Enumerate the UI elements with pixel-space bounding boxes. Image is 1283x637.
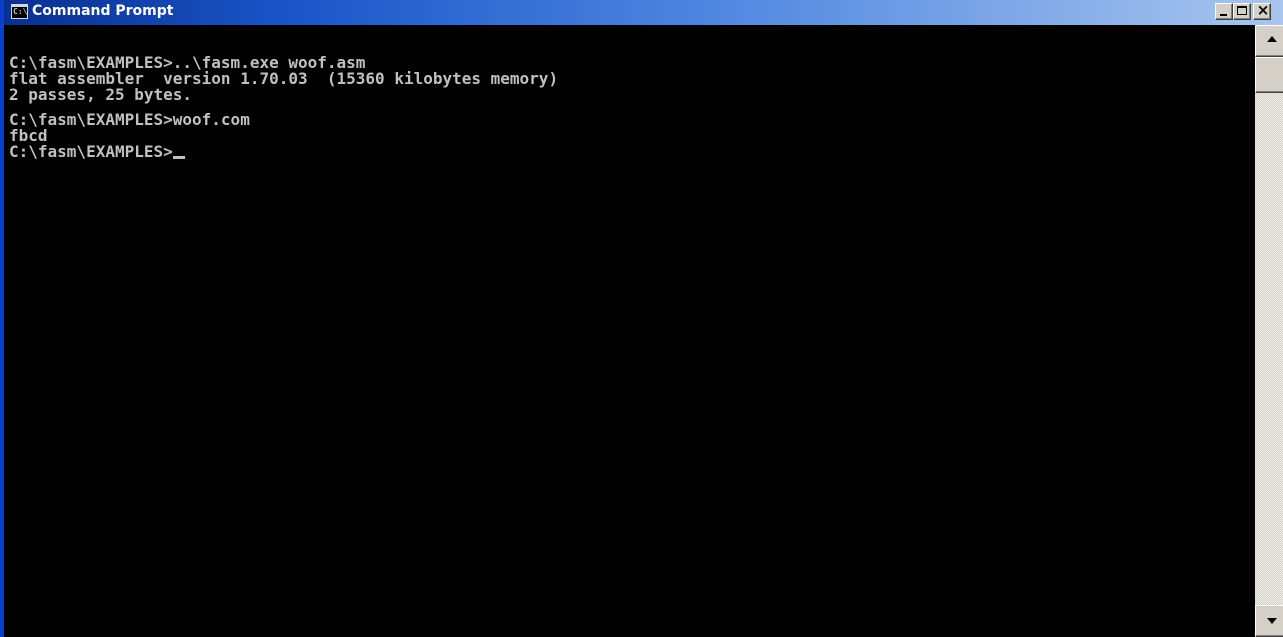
console-line: C:\fasm\EXAMPLES>woof.com bbox=[9, 110, 250, 129]
maximize-button[interactable] bbox=[1233, 3, 1251, 20]
vertical-scrollbar[interactable] bbox=[1255, 25, 1283, 637]
title-bar[interactable]: C:\ Command Prompt × bbox=[4, 0, 1283, 25]
console-line: fbcd bbox=[9, 126, 48, 145]
close-icon: × bbox=[1256, 1, 1270, 19]
scroll-up-button[interactable] bbox=[1255, 25, 1283, 57]
minimize-icon bbox=[1220, 14, 1227, 16]
console-output[interactable]: C:\fasm\EXAMPLES>..\fasm.exe woof.asm fl… bbox=[8, 25, 1255, 637]
text-cursor bbox=[172, 156, 185, 159]
scroll-up-icon bbox=[1267, 36, 1277, 42]
console-icon-glyph: C:\ bbox=[13, 7, 28, 16]
console-icon[interactable]: C:\ bbox=[11, 4, 28, 19]
maximize-icon bbox=[1237, 6, 1247, 15]
scroll-down-icon bbox=[1267, 618, 1277, 624]
console-line: flat assembler version 1.70.03 (15360 ki… bbox=[9, 69, 559, 88]
command-prompt-window: C:\ Command Prompt × C:\fasm\EXAMPLES>..… bbox=[0, 0, 1283, 637]
minimize-button[interactable] bbox=[1215, 3, 1233, 20]
close-button[interactable]: × bbox=[1253, 1, 1271, 20]
console-prompt-line[interactable]: C:\fasm\EXAMPLES> bbox=[9, 144, 1255, 160]
console-line: 2 passes, 25 bytes. bbox=[9, 85, 193, 104]
scrollbar-thumb[interactable] bbox=[1255, 57, 1283, 93]
scroll-down-button[interactable] bbox=[1255, 605, 1283, 637]
console-prompt: C:\fasm\EXAMPLES> bbox=[9, 142, 173, 161]
window-title: Command Prompt bbox=[32, 3, 174, 19]
